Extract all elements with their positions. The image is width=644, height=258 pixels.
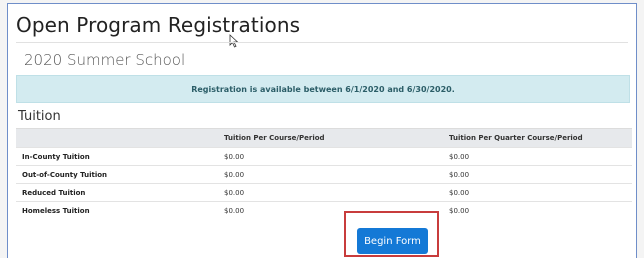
tuition-type-label: Homeless Tuition	[16, 201, 218, 219]
title-divider	[16, 42, 628, 43]
tuition-per-quarter: $0.00	[443, 165, 632, 184]
table-row: Out-of-County Tuition $0.00 $0.00	[16, 165, 632, 184]
tuition-type-label: In-County Tuition	[16, 147, 218, 166]
tuition-table: Tuition Per Course/Period Tuition Per Qu…	[16, 128, 632, 219]
table-row: In-County Tuition $0.00 $0.00	[16, 147, 632, 166]
tuition-per-quarter: $0.00	[443, 183, 632, 202]
table-header-row: Tuition Per Course/Period Tuition Per Qu…	[16, 128, 632, 148]
table-row: Reduced Tuition $0.00 $0.00	[16, 183, 632, 202]
table-row: Homeless Tuition $0.00 $0.00	[16, 201, 632, 219]
availability-alert: Registration is available between 6/1/20…	[16, 75, 630, 103]
tuition-per-quarter: $0.00	[443, 201, 632, 219]
column-header-per-course: Tuition Per Course/Period	[218, 128, 443, 148]
column-header-label	[16, 128, 218, 148]
tuition-heading: Tuition	[18, 109, 61, 124]
tuition-type-label: Reduced Tuition	[16, 183, 218, 202]
tuition-per-quarter: $0.00	[443, 147, 632, 166]
begin-form-button[interactable]: Begin Form	[357, 228, 428, 254]
mouse-pointer-icon	[229, 34, 239, 48]
tuition-per-course: $0.00	[218, 165, 443, 184]
column-header-per-quarter: Tuition Per Quarter Course/Period	[443, 128, 632, 148]
registration-window: Open Program Registrations 2020 Summer S…	[7, 3, 637, 258]
page-title: Open Program Registrations	[16, 13, 301, 37]
tuition-type-label: Out-of-County Tuition	[16, 165, 218, 184]
tuition-per-course: $0.00	[218, 183, 443, 202]
tuition-per-course: $0.00	[218, 147, 443, 166]
program-name: 2020 Summer School	[24, 51, 186, 69]
availability-text: Registration is available between 6/1/20…	[191, 84, 455, 94]
